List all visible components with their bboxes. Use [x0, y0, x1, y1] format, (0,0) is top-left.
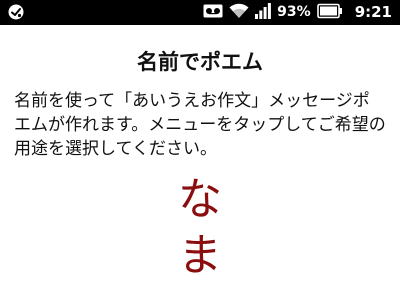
voicemail-icon	[203, 3, 223, 22]
notification-icon	[8, 4, 24, 20]
poem-char: な	[178, 174, 222, 225]
clock: 9:21	[354, 3, 392, 21]
status-icons: 93% 9:21	[203, 0, 392, 25]
status-bar: 93% 9:21	[0, 0, 400, 25]
app-content: 名前でポエム 名前を使って「あいうえお作文」メッセージポエムが作れます。メニュー…	[0, 25, 400, 300]
battery-icon	[316, 3, 343, 23]
wifi-icon	[229, 3, 249, 23]
battery-percent: 93%	[277, 4, 311, 20]
signal-icon	[255, 2, 272, 23]
page-title: 名前でポエム	[137, 50, 263, 74]
page-description: 名前を使って「あいうえお作文」メッセージポエムが作れます。メニューをタップしてご…	[14, 91, 386, 159]
poem-char: ま	[178, 230, 222, 281]
name-poem: な ま	[0, 172, 400, 284]
